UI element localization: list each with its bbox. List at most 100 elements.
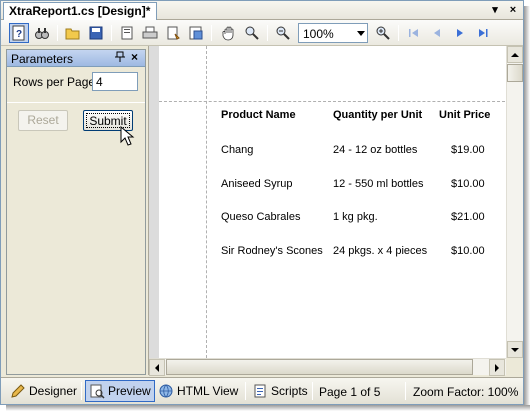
arrow-down-icon: [511, 347, 519, 352]
product-name-cell: Chang: [221, 144, 254, 156]
open-button[interactable]: [63, 23, 83, 43]
quantity-cell: 24 pkgs. x 4 pieces: [333, 245, 428, 257]
price-cell: $21.00: [451, 211, 485, 223]
reset-button[interactable]: Reset: [18, 110, 68, 131]
export-button[interactable]: [186, 23, 206, 43]
zoom-dropdown[interactable]: 100%: [298, 23, 368, 43]
tab-preview[interactable]: Preview: [85, 380, 155, 402]
arrow-up-icon: [511, 52, 519, 57]
tab-scripts[interactable]: Scripts: [249, 380, 311, 402]
vertical-scrollbar[interactable]: [506, 46, 523, 358]
price-cell: $10.00: [451, 178, 485, 190]
first-page-button[interactable]: [404, 23, 424, 43]
parameters-header: Parameters ×: [7, 50, 145, 67]
margin-guide: [206, 46, 207, 358]
quantity-cell: 12 - 550 ml bottles: [333, 178, 424, 190]
report-designer-window: XtraReport1.cs [Design]* ▾ × ? 100% Para…: [0, 0, 524, 405]
previous-page-icon: [434, 29, 440, 37]
preview-toolbar: ? 100%: [1, 20, 523, 46]
previous-page-button[interactable]: [427, 23, 447, 43]
product-name-cell: Queso Cabrales: [221, 211, 301, 223]
zoom-value: 100%: [303, 27, 334, 41]
product-name-cell: Aniseed Syrup: [221, 178, 293, 190]
quick-print-button[interactable]: [163, 23, 183, 43]
window-shadow: [6, 405, 530, 411]
designer-icon: [11, 384, 25, 398]
rows-per-page-input[interactable]: 4: [92, 72, 138, 91]
globe-icon: [159, 384, 173, 398]
help-button[interactable]: ?: [9, 23, 29, 43]
export-icon: [189, 26, 203, 40]
column-header-quantity: Quantity per Unit: [333, 109, 423, 121]
toolbar-separator: [267, 25, 268, 41]
arrow-right-icon: [495, 363, 499, 372]
column-header-product: Product Name: [221, 109, 296, 121]
scroll-down-button[interactable]: [507, 341, 523, 358]
chevron-down-icon[interactable]: [357, 31, 365, 36]
parameters-title: Parameters: [11, 52, 74, 66]
last-page-icon: [479, 29, 488, 37]
zoom-out-button[interactable]: [273, 23, 293, 43]
window-shadow: [524, 6, 530, 411]
open-icon: [65, 28, 80, 40]
rows-per-page-label: Rows per Page:: [13, 75, 99, 89]
first-page-icon: [409, 29, 418, 37]
page-indicator: Page 1 of 5: [319, 385, 381, 399]
magnifier-button[interactable]: [242, 23, 262, 43]
find-icon: [35, 28, 49, 39]
divider: [7, 102, 145, 103]
horizontal-scrollbar[interactable]: [149, 358, 506, 376]
report-preview-area[interactable]: Product Name Quantity per Unit Unit Pric…: [148, 46, 523, 376]
mouse-pointer-icon: [120, 126, 135, 146]
zoom-in-button[interactable]: [373, 23, 393, 43]
page-setup-button[interactable]: [117, 23, 137, 43]
tab-scripts-label: Scripts: [271, 384, 308, 398]
toolbar-separator: [57, 25, 58, 41]
report-page: Product Name Quantity per Unit Unit Pric…: [159, 46, 505, 358]
view-status-bar: Designer Preview HTML View Scripts Page …: [1, 377, 523, 404]
tab-dropdown-icon[interactable]: ▾: [488, 3, 502, 17]
column-header-price: Unit Price: [439, 109, 491, 121]
horizontal-scroll-thumb[interactable]: [166, 359, 473, 375]
tab-designer[interactable]: Designer: [7, 380, 80, 402]
print-button[interactable]: [140, 23, 160, 43]
page-setup-icon: [121, 26, 133, 40]
hand-tool-button[interactable]: [219, 23, 239, 43]
scroll-up-button[interactable]: [507, 46, 523, 63]
zoom-in-icon: [376, 26, 390, 40]
close-icon[interactable]: ×: [131, 50, 138, 64]
tab-html-view[interactable]: HTML View: [155, 380, 241, 402]
scripts-icon: [254, 384, 266, 398]
status-separator: [312, 382, 313, 400]
save-icon: [89, 26, 103, 40]
document-tab[interactable]: XtraReport1.cs [Design]*: [3, 2, 158, 21]
document-tab-strip: XtraReport1.cs [Design]* ▾ ×: [1, 1, 523, 21]
next-page-icon: [457, 29, 463, 37]
help-icon: ?: [12, 25, 25, 41]
quantity-cell: 1 kg pkg.: [333, 211, 378, 223]
tab-close-icon[interactable]: ×: [506, 3, 520, 17]
print-icon: [142, 26, 158, 39]
price-cell: $10.00: [451, 245, 485, 257]
tab-html-view-label: HTML View: [177, 384, 239, 398]
product-name-cell: Sir Rodney's Scones: [221, 245, 323, 257]
preview-icon: [90, 384, 105, 399]
parameters-panel: Parameters × Rows per Page: 4 Reset Subm…: [6, 49, 146, 375]
tab-designer-label: Designer: [29, 384, 78, 398]
hand-tool-icon: [222, 26, 234, 41]
scroll-right-button[interactable]: [489, 359, 505, 376]
vertical-scroll-thumb[interactable]: [507, 64, 523, 82]
zoom-factor: Zoom Factor: 100%: [413, 385, 519, 399]
status-separator: [81, 382, 82, 400]
next-page-button[interactable]: [450, 23, 470, 43]
toolbar-separator: [398, 25, 399, 41]
status-separator: [245, 382, 246, 400]
scroll-left-button[interactable]: [149, 359, 165, 376]
pin-icon[interactable]: [115, 51, 125, 66]
last-page-button[interactable]: [473, 23, 493, 43]
scrollbar-corner: [506, 358, 523, 375]
find-button[interactable]: [32, 23, 52, 43]
magnifier-icon: [245, 26, 259, 40]
zoom-out-icon: [276, 26, 290, 40]
save-button[interactable]: [86, 23, 106, 43]
